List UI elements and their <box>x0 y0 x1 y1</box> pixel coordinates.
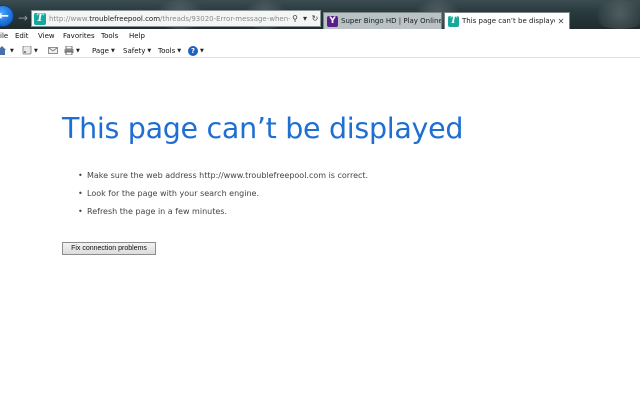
background-decoration <box>590 0 640 29</box>
chevron-down-icon: ▼ <box>177 47 182 54</box>
page-menu-button[interactable]: Page ▼ <box>92 45 115 56</box>
chevron-down-icon: ▼ <box>200 47 204 54</box>
print-icon <box>64 46 74 55</box>
rss-feed-icon <box>22 46 32 55</box>
refresh-icon[interactable]: ↻ <box>310 14 320 23</box>
menu-edit[interactable]: Edit <box>15 32 29 40</box>
tab-page-cant-be-displayed[interactable]: T This page can’t be displayed ✕ <box>444 12 570 29</box>
address-bar[interactable]: T http://www.troublefreepool.com/threads… <box>31 10 321 27</box>
tools-menu-label: Tools <box>158 46 176 55</box>
tab-label: Super Bingo HD | Play Online -... <box>341 17 441 25</box>
back-arrow-icon: ← <box>0 8 9 24</box>
feeds-button[interactable]: ▼ <box>22 45 38 56</box>
search-icon[interactable]: ⚲ <box>290 14 300 23</box>
chevron-down-icon: ▼ <box>76 47 80 54</box>
mail-icon <box>48 47 58 54</box>
page-title: This page can’t be displayed <box>62 112 464 145</box>
list-item: Refresh the page in a few minutes. <box>78 206 368 224</box>
chevron-down-icon: ▼ <box>10 47 14 54</box>
url-host: troublefreepool.com <box>89 14 161 23</box>
page-menu-label: Page <box>92 46 109 55</box>
url-prefix: http://www. <box>49 14 90 23</box>
url-input[interactable]: http://www.troublefreepool.com/threads/9… <box>49 15 290 23</box>
safety-menu-label: Safety <box>123 46 146 55</box>
command-bar: ▼ ▼ ▼ Page ▼ Safety ▼ Tools ▼ ? ▼ <box>0 43 640 58</box>
site-favicon-icon: T <box>34 12 46 25</box>
tools-menu-button[interactable]: Tools ▼ <box>158 45 181 56</box>
close-tab-icon[interactable]: ✕ <box>555 17 567 26</box>
read-mail-button[interactable] <box>48 45 58 56</box>
help-icon: ? <box>188 45 198 56</box>
site-favicon-icon: T <box>448 15 459 27</box>
yahoo-favicon-icon: Y <box>327 15 338 27</box>
menu-help[interactable]: Help <box>129 32 145 40</box>
chevron-down-icon: ▼ <box>110 47 115 54</box>
list-item: Make sure the web address http://www.tro… <box>78 170 368 188</box>
url-path: /threads/93020-Error-message-when-I-e <box>160 14 290 23</box>
menu-favorites[interactable]: Favorites <box>63 32 95 40</box>
troubleshooting-list: Make sure the web address http://www.tro… <box>78 170 368 224</box>
list-item: Look for the page with your search engin… <box>78 188 368 206</box>
fix-connection-problems-button[interactable]: Fix connection problems <box>62 242 156 255</box>
home-icon <box>0 46 6 55</box>
address-dropdown-icon[interactable]: ▾ <box>300 14 310 23</box>
chevron-down-icon: ▼ <box>147 47 152 54</box>
back-button[interactable]: ← <box>0 5 14 27</box>
home-button[interactable]: ▼ <box>0 45 14 56</box>
menu-view[interactable]: View <box>38 32 55 40</box>
help-menu-button[interactable]: ? ▼ <box>188 45 204 56</box>
menu-tools[interactable]: Tools <box>101 32 118 40</box>
forward-arrow-icon: → <box>17 11 29 25</box>
print-button[interactable]: ▼ <box>64 45 80 56</box>
chevron-down-icon: ▼ <box>34 47 38 54</box>
menu-bar: ile Edit View Favorites Tools Help <box>0 29 640 43</box>
forward-button[interactable]: → <box>16 11 30 25</box>
safety-menu-button[interactable]: Safety ▼ <box>123 45 151 56</box>
menu-file[interactable]: ile <box>0 32 8 40</box>
tab-super-bingo[interactable]: Y Super Bingo HD | Play Online -... <box>323 12 442 29</box>
browser-titlebar: ← → T http://www.troublefreepool.com/thr… <box>0 0 640 29</box>
tab-label: This page can’t be displayed <box>462 17 555 25</box>
